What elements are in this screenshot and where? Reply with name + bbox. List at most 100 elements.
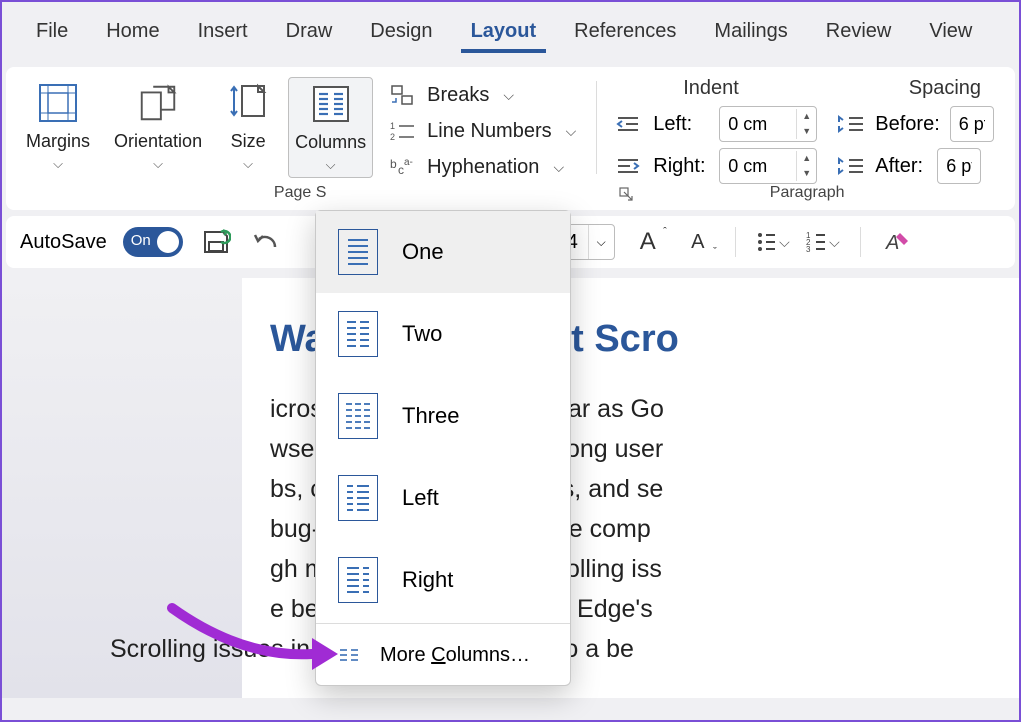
right-column-icon bbox=[338, 557, 378, 603]
columns-option-right[interactable]: Right bbox=[316, 539, 570, 621]
one-column-icon bbox=[338, 229, 378, 275]
breaks-label: Breaks bbox=[427, 84, 489, 107]
hyphenation-icon: b c a- bbox=[390, 156, 416, 178]
autosave-toggle[interactable]: On bbox=[123, 227, 183, 257]
svg-text:3: 3 bbox=[806, 245, 811, 253]
hyphenation-button[interactable]: b c a- Hyphenation ⌵ bbox=[385, 153, 580, 181]
chevron-down-icon: ⌵ bbox=[53, 156, 63, 172]
tab-review[interactable]: Review bbox=[816, 14, 902, 53]
indent-left-spinner[interactable]: ▲▼ bbox=[719, 106, 817, 142]
numbered-list-button[interactable]: 123⌵ bbox=[806, 227, 840, 257]
ribbon-layout: Margins ⌵ Orientation ⌵ bbox=[6, 67, 1015, 210]
margins-label: Margins bbox=[26, 131, 90, 152]
more-columns-button[interactable]: More Columns… bbox=[316, 626, 570, 685]
group-paragraph: Indent Spacing Left: ▲▼ Before: bbox=[607, 77, 1007, 202]
margins-button[interactable]: Margins ⌵ bbox=[20, 77, 96, 176]
spacing-before-label: Before: bbox=[875, 113, 939, 136]
orientation-button[interactable]: Orientation ⌵ bbox=[108, 77, 208, 176]
line-numbers-button[interactable]: 1 2 Line Numbers ⌵ bbox=[385, 117, 580, 145]
spacing-after-input[interactable] bbox=[938, 152, 980, 181]
orientation-label: Orientation bbox=[114, 131, 202, 152]
columns-option-three[interactable]: Three bbox=[316, 375, 570, 457]
margins-icon bbox=[37, 82, 79, 124]
chevron-down-icon: ⌵ bbox=[553, 159, 564, 176]
svg-text:2: 2 bbox=[390, 132, 395, 142]
indent-right-spinner[interactable]: ▲▼ bbox=[719, 148, 817, 184]
line-numbers-label: Line Numbers bbox=[427, 120, 552, 143]
columns-option-label: Right bbox=[402, 567, 453, 593]
breaks-button[interactable]: Breaks ⌵ bbox=[385, 81, 580, 109]
hyphenation-label: Hyphenation bbox=[427, 156, 539, 179]
size-label: Size bbox=[231, 131, 266, 152]
spinner-up[interactable]: ▲ bbox=[797, 151, 816, 166]
spinner-up[interactable]: ▲ bbox=[797, 109, 816, 124]
tab-design[interactable]: Design bbox=[360, 14, 442, 53]
chevron-down-icon: ⌵ bbox=[153, 156, 163, 172]
columns-option-label: Left bbox=[402, 485, 439, 511]
undo-button[interactable] bbox=[249, 227, 283, 257]
increase-font-button[interactable]: Aˆ bbox=[631, 227, 665, 257]
chevron-down-icon: ⌵ bbox=[566, 123, 577, 140]
spacing-after-label: After: bbox=[875, 155, 927, 178]
tab-view[interactable]: View bbox=[919, 14, 982, 53]
indent-left-input[interactable] bbox=[720, 110, 796, 139]
spacing-before-input[interactable] bbox=[951, 110, 993, 139]
separator bbox=[860, 227, 861, 257]
two-column-icon bbox=[338, 311, 378, 357]
tab-home[interactable]: Home bbox=[96, 14, 169, 53]
clear-formatting-button[interactable]: A bbox=[881, 227, 915, 257]
columns-option-two[interactable]: Two bbox=[316, 293, 570, 375]
columns-option-label: Three bbox=[402, 403, 459, 429]
columns-option-label: One bbox=[402, 239, 444, 265]
indent-left-icon bbox=[613, 113, 643, 135]
svg-text:b: b bbox=[390, 157, 397, 171]
size-button[interactable]: Size ⌵ bbox=[220, 77, 276, 176]
columns-option-one[interactable]: One bbox=[316, 211, 570, 293]
breaks-icon bbox=[390, 84, 416, 106]
bullet-list-button[interactable]: ⌵ bbox=[756, 227, 790, 257]
svg-text:a-: a- bbox=[404, 157, 413, 168]
indent-right-icon bbox=[613, 155, 643, 177]
columns-icon bbox=[310, 83, 352, 125]
columns-button[interactable]: Columns ⌵ bbox=[288, 77, 373, 178]
indent-right-input[interactable] bbox=[720, 152, 796, 181]
columns-option-label: Two bbox=[402, 321, 442, 347]
indent-heading: Indent bbox=[683, 77, 739, 100]
page-setup-group-label: Page S bbox=[14, 184, 586, 202]
spacing-before-spinner[interactable] bbox=[950, 106, 994, 142]
spinner-down[interactable]: ▼ bbox=[797, 166, 816, 181]
tab-references[interactable]: References bbox=[564, 14, 686, 53]
columns-option-left[interactable]: Left bbox=[316, 457, 570, 539]
indent-right-label: Right: bbox=[653, 155, 709, 178]
paragraph-group-label: Paragraph bbox=[607, 184, 1007, 202]
tab-layout[interactable]: Layout bbox=[461, 14, 547, 53]
size-icon bbox=[228, 82, 268, 124]
columns-dropdown: One Two Three Left Right More Columns… bbox=[315, 210, 571, 686]
chevron-down-icon: ⌵ bbox=[243, 156, 253, 172]
autosave-toggle-state: On bbox=[131, 232, 151, 249]
three-column-icon bbox=[338, 393, 378, 439]
orientation-icon bbox=[136, 82, 180, 124]
chevron-down-icon: ⌵ bbox=[503, 87, 514, 104]
spacing-after-spinner[interactable] bbox=[937, 148, 981, 184]
left-column-icon bbox=[338, 475, 378, 521]
line-numbers-icon: 1 2 bbox=[390, 120, 416, 142]
tab-mailings[interactable]: Mailings bbox=[704, 14, 797, 53]
spacing-heading: Spacing bbox=[909, 77, 981, 100]
save-button[interactable] bbox=[199, 227, 233, 257]
decrease-font-button[interactable]: Aˇ bbox=[681, 227, 715, 257]
chevron-down-icon[interactable]: ⌵ bbox=[588, 225, 614, 259]
autosave-label: AutoSave bbox=[20, 231, 107, 254]
tab-draw[interactable]: Draw bbox=[276, 14, 343, 53]
svg-text:1: 1 bbox=[390, 121, 395, 131]
tab-insert[interactable]: Insert bbox=[188, 14, 258, 53]
columns-label: Columns bbox=[295, 132, 366, 153]
tab-file[interactable]: File bbox=[26, 14, 78, 53]
spacing-before-icon bbox=[835, 113, 865, 135]
svg-text:A: A bbox=[885, 232, 899, 254]
toggle-knob bbox=[157, 231, 179, 253]
more-columns-label: More Columns… bbox=[380, 644, 530, 667]
menu-separator bbox=[316, 623, 570, 624]
group-page-setup: Margins ⌵ Orientation ⌵ bbox=[14, 77, 586, 202]
spinner-down[interactable]: ▼ bbox=[797, 124, 816, 139]
